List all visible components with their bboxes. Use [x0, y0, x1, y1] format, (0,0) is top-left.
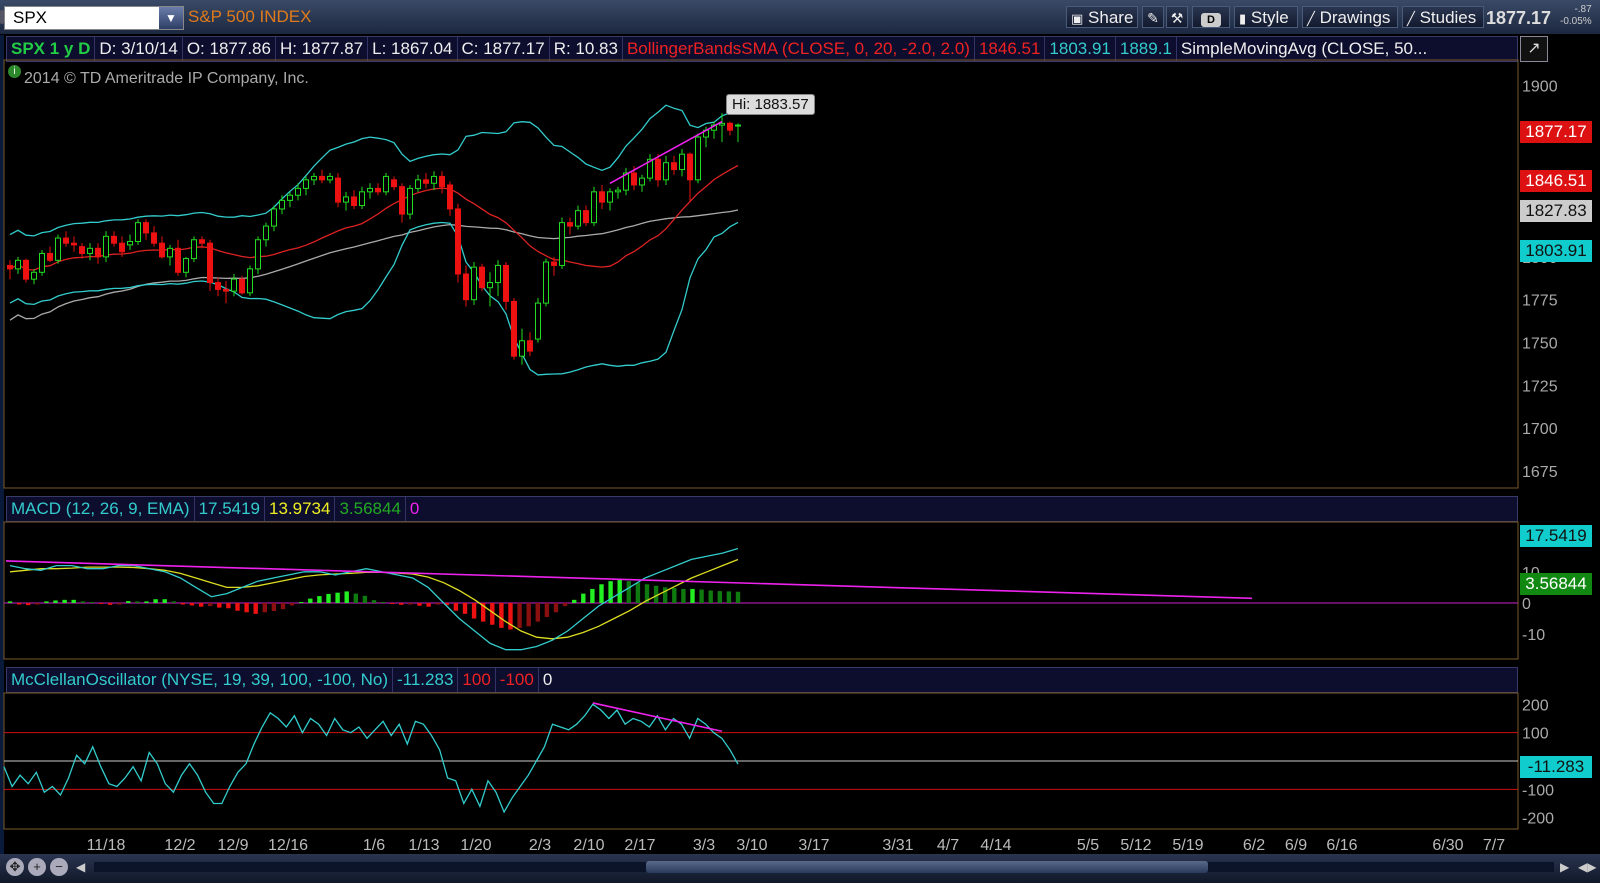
- header-low: L: 1867.04: [368, 37, 458, 61]
- badge-macd-value: 17.5419: [1520, 525, 1592, 547]
- style-button[interactable]: ▮ Style: [1234, 6, 1298, 28]
- header-date: D: 3/10/14: [95, 37, 183, 61]
- style-label: Style: [1250, 8, 1289, 27]
- share-icon: ▣: [1071, 11, 1084, 26]
- studies-label: Studies: [1419, 8, 1477, 27]
- chart-mode-button[interactable]: ↗: [1520, 36, 1548, 62]
- bottom-bar: ✥ + − ◀ ▶ ◀▶: [0, 854, 1600, 883]
- share-label: Share: [1088, 8, 1134, 27]
- scrollbar-thumb[interactable]: [646, 861, 1208, 873]
- change-percent: -0.05%: [1560, 16, 1592, 27]
- zoom-out-icon[interactable]: −: [50, 858, 68, 876]
- scroll-left-icon[interactable]: ◀: [76, 858, 90, 876]
- mcc-zero: 0: [542, 670, 553, 689]
- header-range: R: 10.83: [550, 37, 623, 61]
- pencil-icon: ✎: [1147, 10, 1159, 26]
- symbol-dropdown-icon[interactable]: ▼: [159, 7, 183, 29]
- wrench-icon: ⚒: [1170, 10, 1184, 26]
- tools-button[interactable]: ✎: [1142, 6, 1164, 28]
- drawings-label: Drawings: [1319, 8, 1391, 27]
- drawings-button[interactable]: ╱ Drawings: [1302, 6, 1398, 28]
- bb-low-value: 1803.91: [1045, 37, 1116, 61]
- change-value: -.87: [1574, 4, 1592, 15]
- macd-diff: 3.56844: [335, 497, 406, 521]
- header-close: C: 1877.17: [458, 37, 550, 61]
- symbol-input[interactable]: [5, 7, 157, 29]
- symbol-period: SPX 1 y D: [7, 37, 96, 61]
- macd-avg: 13.9734: [265, 497, 336, 521]
- badge-bb-mid: 1846.51: [1520, 170, 1592, 192]
- aggregation-button[interactable]: D: [1192, 6, 1230, 28]
- badge-sma: 1827.83: [1520, 200, 1592, 222]
- badge-mcc-value: -11.283: [1520, 756, 1592, 778]
- candle-icon: ▮: [1239, 11, 1247, 26]
- pan-icon[interactable]: ✥: [6, 858, 24, 876]
- mcc-value: -11.283: [393, 668, 459, 692]
- studies-button[interactable]: ╱ Studies: [1402, 6, 1484, 28]
- line-chart-icon: ↗: [1527, 40, 1541, 57]
- index-name: S&P 500 INDEX: [188, 7, 312, 26]
- macd-zero: 0: [409, 499, 420, 518]
- macd-label[interactable]: MACD (12, 26, 9, EMA): [7, 497, 195, 521]
- share-button[interactable]: ▣ Share: [1066, 6, 1138, 28]
- symbol-box: ▼: [4, 6, 184, 30]
- mcc-os: -100: [496, 668, 539, 692]
- bb-study-label[interactable]: BollingerBandsSMA (CLOSE, 0, 20, -2.0, 2…: [623, 37, 975, 61]
- settings-button[interactable]: ⚒: [1166, 6, 1188, 28]
- price-change: -.87 -0.05%: [1560, 4, 1592, 28]
- info-icon[interactable]: i: [8, 65, 21, 78]
- badge-macd-diff: 3.56844: [1520, 573, 1592, 595]
- bb-up-value: 1889.1: [1116, 37, 1177, 61]
- aggregation-label: D: [1201, 13, 1221, 27]
- macd-study-header: MACD (12, 26, 9, EMA) 17.5419 13.9734 3.568…: [6, 496, 1518, 522]
- price-study-header: SPX 1 y D D: 3/10/14 O: 1877.86 H: 1877.87 L…: [6, 36, 1518, 62]
- bb-mid-value: 1846.51: [975, 37, 1046, 61]
- header-open: O: 1877.86: [183, 37, 276, 61]
- macd-value: 17.5419: [195, 497, 266, 521]
- badge-bb-low: 1803.91: [1520, 240, 1592, 262]
- badge-last-price: 1877.17: [1520, 121, 1592, 143]
- mcc-ob: 100: [458, 668, 496, 692]
- hi-label: Hi: 1883.57: [726, 94, 815, 115]
- expand-icon[interactable]: ◀▶: [1578, 858, 1596, 876]
- drawings-icon: ╱: [1307, 11, 1315, 26]
- top-toolbar: ▼ S&P 500 INDEX ▣ Share ✎ ⚒ D ▮ Style ╱ …: [0, 0, 1600, 35]
- mcc-study-header: McClellanOscillator (NYSE, 19, 39, 100, …: [6, 667, 1518, 693]
- last-price: 1877.17: [1486, 8, 1552, 28]
- studies-icon: ╱: [1407, 11, 1415, 26]
- sma-study-label[interactable]: SimpleMovingAvg (CLOSE, 50...: [1177, 37, 1431, 61]
- mcc-label[interactable]: McClellanOscillator (NYSE, 19, 39, 100, …: [7, 668, 393, 692]
- scroll-right-icon[interactable]: ▶: [1560, 858, 1574, 876]
- zoom-in-icon[interactable]: +: [28, 858, 46, 876]
- copyright-text: 2014 © TD Ameritrade IP Company, Inc.: [24, 70, 309, 87]
- chart-area: [4, 34, 1600, 854]
- header-high: H: 1877.87: [276, 37, 369, 61]
